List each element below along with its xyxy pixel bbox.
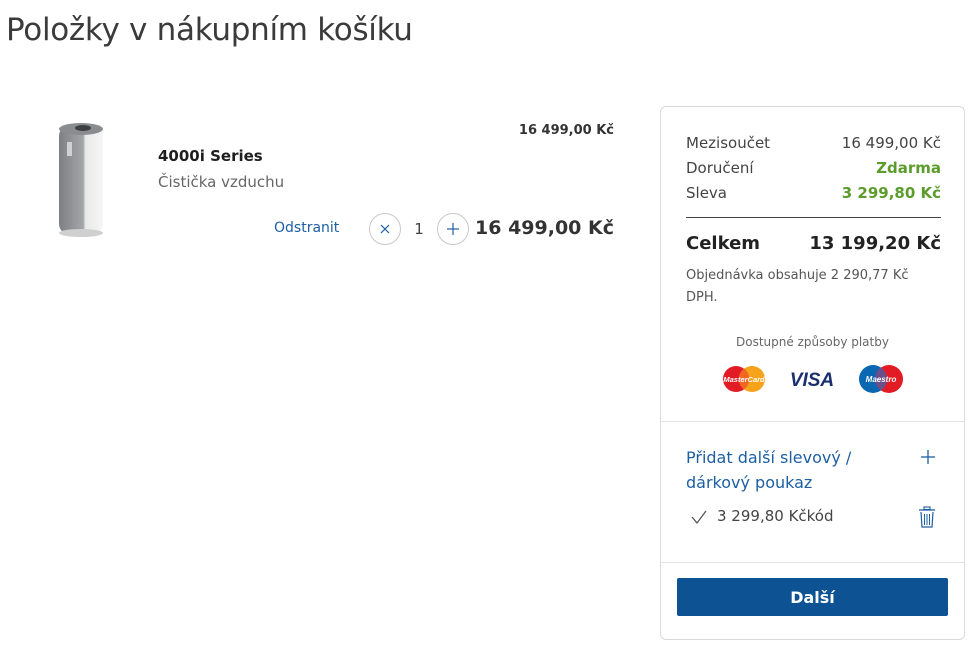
discount-value: 3 299,80 Kč — [841, 184, 941, 202]
product-image — [59, 123, 103, 237]
unit-price: 16 499,00 Kč — [518, 123, 614, 138]
delivery-value: Zdarma — [876, 159, 941, 177]
next-button[interactable]: Další — [677, 578, 948, 616]
plus-icon[interactable] — [918, 447, 938, 467]
svg-text:MasterCard: MasterCard — [723, 375, 765, 384]
order-summary: Mezisoučet 16 499,00 Kč Doručení Zdarma … — [660, 106, 965, 640]
line-total: 16 499,00 Kč — [475, 217, 614, 239]
svg-text:Maestro: Maestro — [866, 375, 897, 384]
quantity-value: 1 — [414, 220, 424, 238]
add-voucher-link[interactable]: Přidat další slevový / dárkový poukaz — [686, 445, 886, 495]
payment-logos: MasterCard VISA Maestro — [721, 363, 911, 395]
section-divider — [661, 562, 964, 563]
payment-methods-title: Dostupné způsoby platby — [736, 335, 889, 349]
svg-text:VISA: VISA — [790, 370, 834, 391]
trash-icon[interactable] — [918, 506, 936, 528]
decrease-quantity-button[interactable] — [369, 213, 401, 245]
check-icon — [691, 510, 707, 525]
summary-divider — [686, 217, 941, 218]
applied-voucher: 3 299,80 Kčkód — [717, 507, 834, 525]
maestro-logo: Maestro — [859, 365, 903, 393]
visa-logo: VISA — [790, 370, 834, 391]
subtotal-value: 16 499,00 Kč — [841, 134, 941, 152]
discount-label: Sleva — [686, 184, 727, 202]
subtotal-label: Mezisoučet — [686, 134, 771, 152]
increase-quantity-button[interactable] — [437, 213, 469, 245]
product-name[interactable]: 4000i Series — [158, 147, 263, 165]
page-title: Položky v nákupním košíku — [6, 12, 413, 48]
vat-note: Objednávka obsahuje 2 290,77 Kč DPH. — [686, 268, 909, 305]
delivery-label: Doručení — [686, 159, 754, 177]
plus-icon — [447, 223, 459, 235]
mastercard-logo: MasterCard — [723, 366, 765, 392]
total-label: Celkem — [686, 233, 761, 254]
close-icon — [380, 224, 390, 234]
product-subtitle: Čistička vzduchu — [158, 173, 285, 191]
remove-item-link[interactable]: Odstranit — [274, 220, 339, 236]
total-value: 13 199,20 Kč — [809, 233, 941, 254]
section-divider — [661, 421, 964, 422]
